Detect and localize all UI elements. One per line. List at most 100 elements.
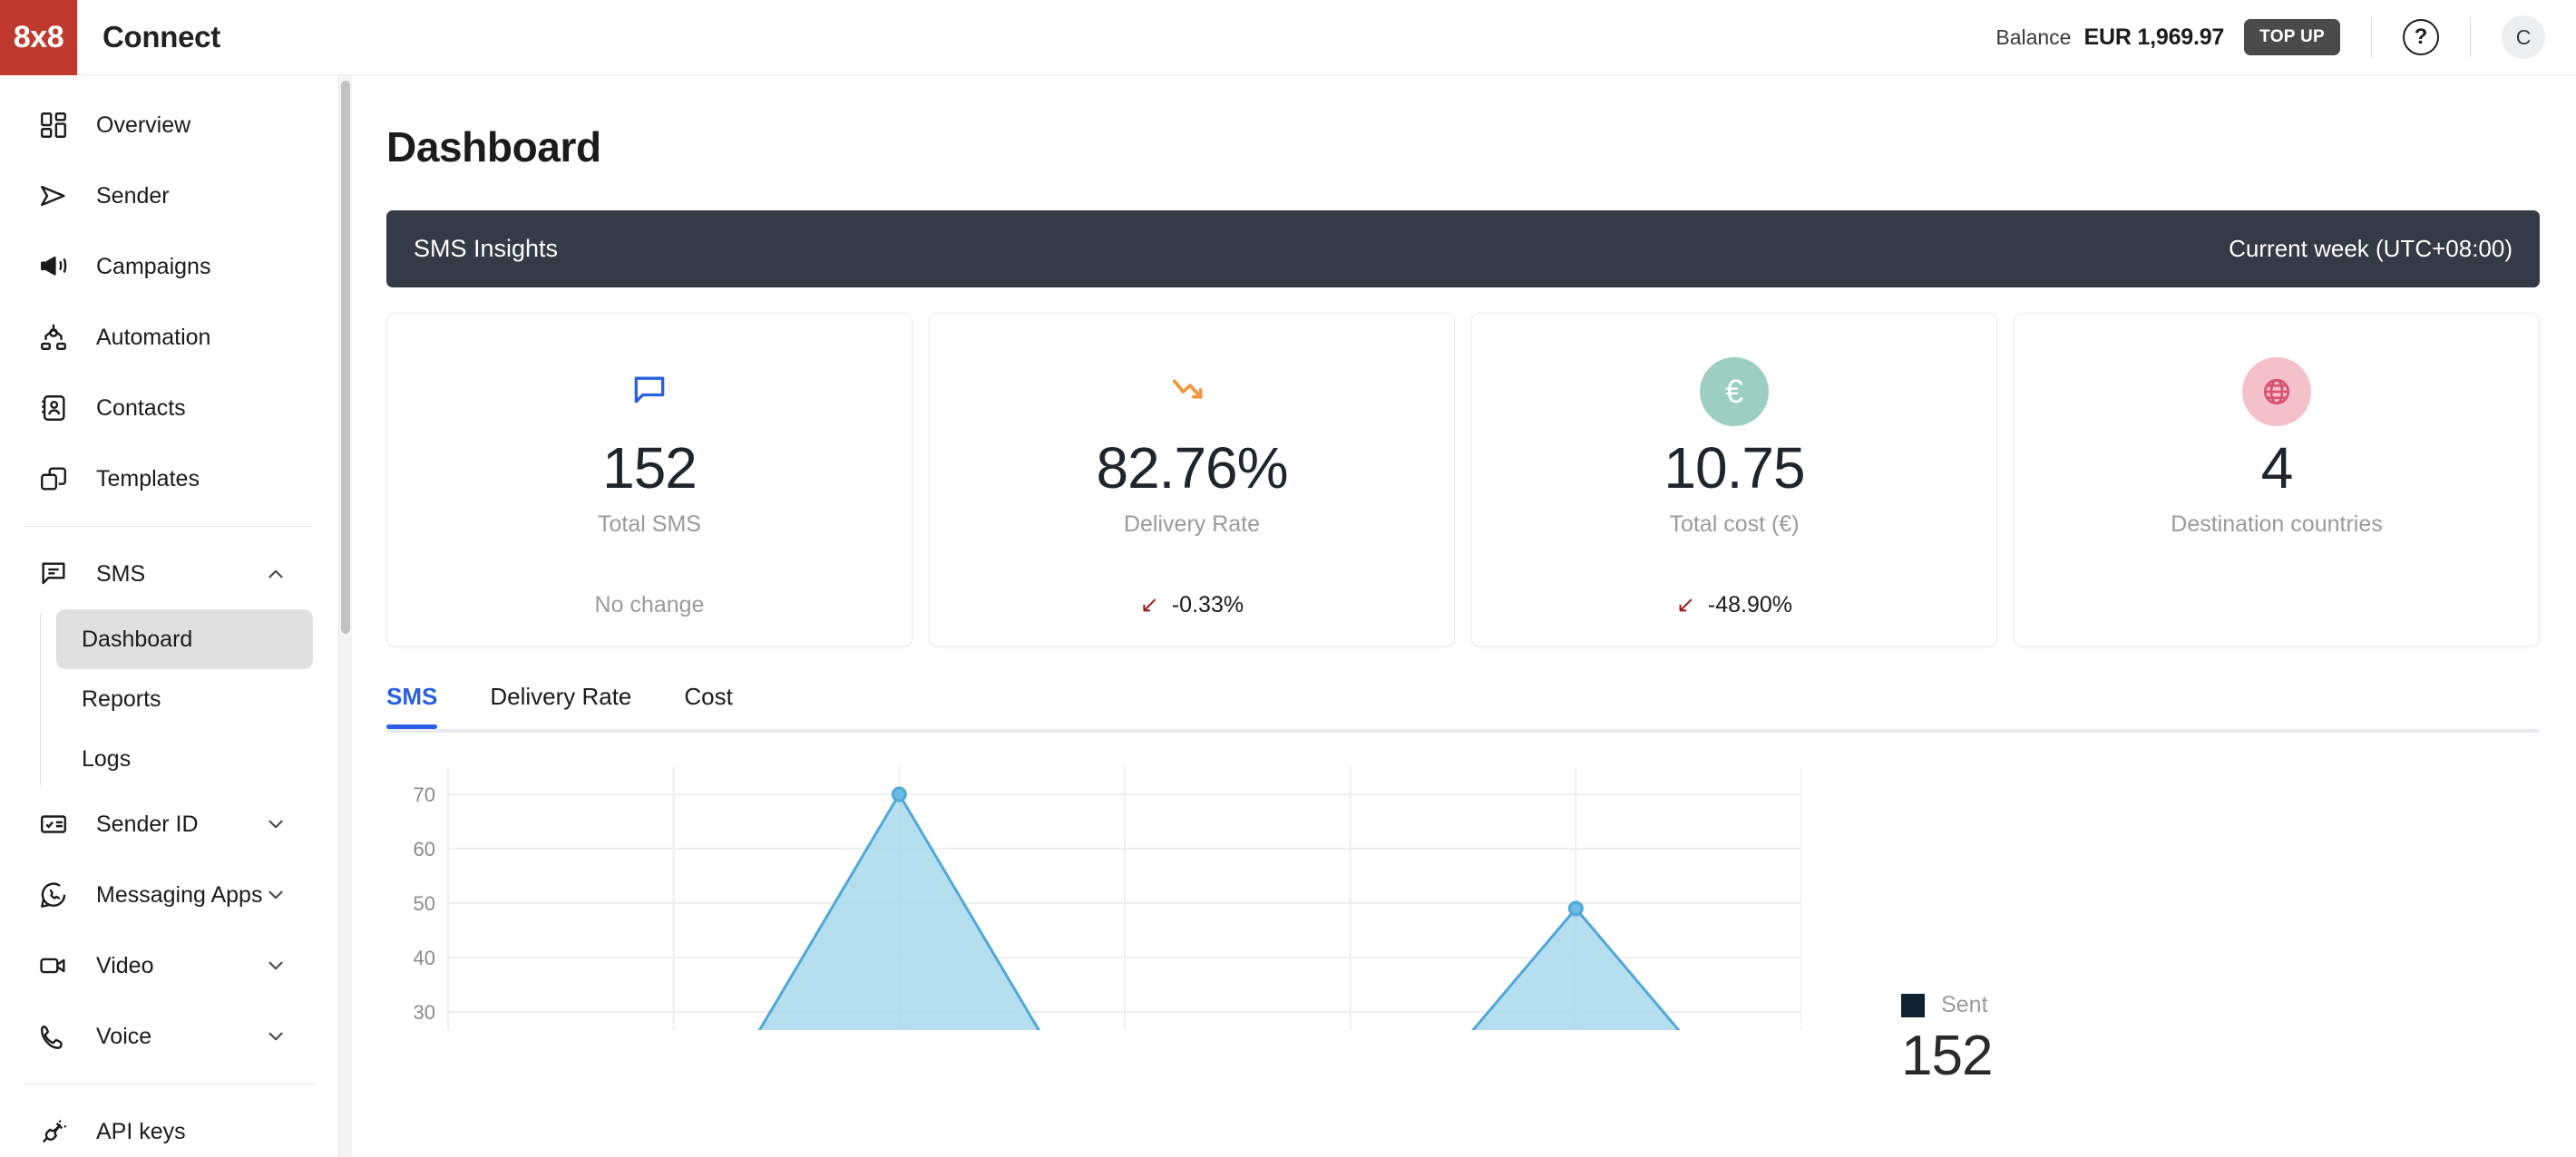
subnav-label: Reports xyxy=(82,685,161,712)
chevron-down-icon[interactable] xyxy=(264,812,288,836)
chevron-up-icon[interactable] xyxy=(264,562,288,586)
help-icon[interactable]: ? xyxy=(2403,19,2439,55)
kpi-card-delivery-rate: 82.76% Delivery Rate ↙ -0.33% xyxy=(929,313,1455,647)
kpi-icon-wrap xyxy=(629,350,669,433)
y-axis-tick-label: 60 xyxy=(414,838,435,860)
y-axis-tick-label: 30 xyxy=(414,1001,435,1024)
kpi-label: Total SMS xyxy=(598,511,701,537)
kpi-card-destination-countries: 4 Destination countries xyxy=(2014,313,2540,647)
legend-item-sent[interactable]: Sent xyxy=(1901,992,1992,1018)
globe-icon xyxy=(2242,357,2311,426)
sidebar-item-label: Overview xyxy=(96,112,191,138)
chart-plot[interactable]: 30 40 50 60 70 xyxy=(386,758,1801,1030)
sidebar-item-label: SMS xyxy=(96,560,146,587)
tab-cost[interactable]: Cost xyxy=(684,683,732,729)
video-camera-icon xyxy=(34,947,73,985)
chart-data-point[interactable] xyxy=(1567,900,1584,917)
plug-icon xyxy=(34,1113,73,1151)
contact-book-icon xyxy=(34,389,73,427)
sidebar-divider xyxy=(24,526,315,527)
legend-swatch xyxy=(1901,993,1925,1017)
kpi-icon-wrap xyxy=(2242,350,2311,433)
sms-area-chart: 30 40 50 60 70 Sent 152 xyxy=(386,758,2540,1087)
kpi-label: Delivery Rate xyxy=(1123,511,1261,537)
sidebar-item-label: Sender ID xyxy=(96,811,199,837)
balance-label: Balance xyxy=(1995,24,2072,49)
sidebar-item-label: Voice xyxy=(96,1023,152,1049)
kpi-label: Destination countries xyxy=(2171,511,2383,537)
chevron-down-icon[interactable] xyxy=(264,1025,288,1048)
sidebar-item-contacts[interactable]: Contacts xyxy=(0,373,338,443)
kpi-change-text: -0.33% xyxy=(1171,592,1244,617)
id-card-icon xyxy=(34,805,73,843)
sidebar-item-sender-id[interactable]: Sender ID xyxy=(0,789,338,860)
megaphone-icon xyxy=(34,248,73,286)
sidebar-item-label: Messaging Apps xyxy=(96,881,263,908)
sidebar-item-automation[interactable]: Automation xyxy=(0,302,338,373)
kpi-change: No change xyxy=(595,592,705,618)
sidebar-item-label: Contacts xyxy=(96,394,186,421)
y-axis-tick-label: 50 xyxy=(414,892,435,915)
chart-svg: 30 40 50 60 70 xyxy=(414,767,1801,1030)
automation-flow-icon xyxy=(34,318,73,356)
main-content: Dashboard SMS Insights Current week (UTC… xyxy=(352,75,2576,1157)
kpi-value: 82.76% xyxy=(1096,435,1288,501)
sidebar: Overview Sender Campaigns Automation Con… xyxy=(0,75,339,1157)
page-title: Dashboard xyxy=(386,123,601,170)
legend-total: 152 xyxy=(1901,1025,1993,1087)
logo-text: 8x8 xyxy=(13,19,64,54)
sidebar-item-label: Templates xyxy=(96,465,200,491)
sms-insights-header: SMS Insights Current week (UTC+08:00) xyxy=(386,210,2540,287)
chart-tabs: SMS Delivery Rate Cost xyxy=(386,683,2540,729)
tab-sms[interactable]: SMS xyxy=(386,683,438,729)
paper-plane-icon xyxy=(34,177,73,215)
legend-label: Sent xyxy=(1941,992,1988,1017)
sidebar-item-voice[interactable]: Voice xyxy=(0,1001,338,1072)
chart-data-point[interactable] xyxy=(891,786,907,802)
scrollbar-thumb[interactable] xyxy=(341,81,350,634)
sidebar-item-reports[interactable]: Reports xyxy=(56,669,313,729)
sidebar-item-sms[interactable]: SMS xyxy=(0,539,338,609)
top-bar: 8x8 Connect Balance EUR 1,969.97 TOP UP … xyxy=(0,0,2576,75)
sidebar-item-label: Automation xyxy=(96,324,211,350)
dashboard-page: 8x8 Connect Balance EUR 1,969.97 TOP UP … xyxy=(0,0,2576,1157)
chart-legend: Sent 152 xyxy=(1901,758,1993,1087)
sidebar-item-overview[interactable]: Overview xyxy=(0,90,338,160)
insights-title: SMS Insights xyxy=(414,235,559,262)
layout-dashboard-icon xyxy=(34,106,73,144)
sidebar-item-label: API keys xyxy=(96,1118,186,1144)
kpi-cards-row: 152 Total SMS No change 82.76% Delivery … xyxy=(386,313,2540,647)
brand-title: Connect xyxy=(102,20,220,53)
trending-down-icon xyxy=(1171,376,1213,408)
kpi-icon-wrap: € xyxy=(1700,350,1769,433)
question-mark-glyph: ? xyxy=(2414,24,2428,49)
chevron-down-icon[interactable] xyxy=(264,954,288,977)
phone-icon xyxy=(34,1017,73,1055)
sidebar-item-api-keys[interactable]: API keys xyxy=(0,1096,338,1157)
page-scrollbar[interactable] xyxy=(339,75,352,1157)
euro-sign-icon: € xyxy=(1700,357,1769,426)
avatar[interactable]: C xyxy=(2502,15,2545,59)
sidebar-item-video[interactable]: Video xyxy=(0,930,338,1001)
top-up-button[interactable]: TOP UP xyxy=(2244,19,2340,55)
sidebar-item-logs[interactable]: Logs xyxy=(56,729,313,789)
sidebar-item-messaging-apps[interactable]: Messaging Apps xyxy=(0,860,338,930)
kpi-value: 152 xyxy=(602,435,698,501)
y-axis-tick-label: 70 xyxy=(414,783,435,806)
sidebar-item-campaigns[interactable]: Campaigns xyxy=(0,231,338,302)
app-logo[interactable]: 8x8 xyxy=(0,0,77,75)
divider xyxy=(2470,17,2471,57)
chevron-down-icon[interactable] xyxy=(264,883,288,907)
sidebar-item-dashboard[interactable]: Dashboard xyxy=(56,609,313,669)
balance-value: EUR 1,969.97 xyxy=(2083,24,2225,50)
euro-glyph: € xyxy=(1724,373,1744,410)
kpi-label: Total cost (€) xyxy=(1669,511,1800,537)
sidebar-item-label: Video xyxy=(96,952,154,978)
tab-delivery-rate[interactable]: Delivery Rate xyxy=(490,683,631,729)
sidebar-item-sender[interactable]: Sender xyxy=(0,160,338,231)
kpi-change: ↙ -0.33% xyxy=(1140,592,1244,618)
sidebar-item-templates[interactable]: Templates xyxy=(0,443,338,514)
y-axis-tick-label: 40 xyxy=(414,947,435,969)
chat-bubble-icon xyxy=(34,555,73,593)
insights-period[interactable]: Current week (UTC+08:00) xyxy=(2229,235,2513,263)
